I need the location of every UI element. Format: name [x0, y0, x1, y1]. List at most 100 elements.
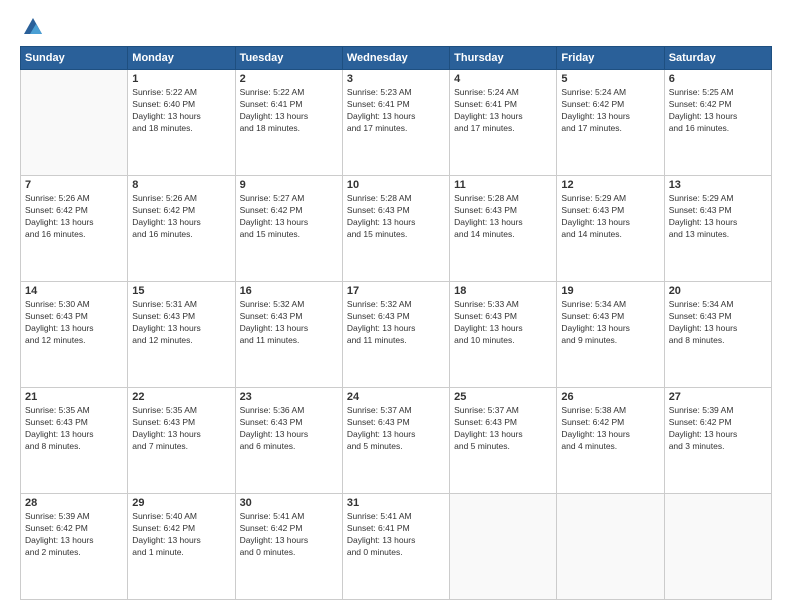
day-number: 11	[454, 179, 552, 191]
day-info: Sunrise: 5:36 AM Sunset: 6:43 PM Dayligh…	[240, 405, 338, 453]
day-number: 7	[25, 179, 123, 191]
calendar-cell: 25 Sunrise: 5:37 AM Sunset: 6:43 PM Dayli…	[450, 388, 557, 494]
calendar-cell: 18 Sunrise: 5:33 AM Sunset: 6:43 PM Dayli…	[450, 282, 557, 388]
day-number: 29	[132, 497, 230, 509]
calendar-cell: 24 Sunrise: 5:37 AM Sunset: 6:43 PM Dayli…	[342, 388, 449, 494]
calendar-cell	[557, 494, 664, 600]
day-number: 27	[669, 391, 767, 403]
day-number: 4	[454, 73, 552, 85]
day-number: 16	[240, 285, 338, 297]
day-number: 24	[347, 391, 445, 403]
logo-icon	[22, 16, 44, 38]
calendar-cell: 23 Sunrise: 5:36 AM Sunset: 6:43 PM Dayli…	[235, 388, 342, 494]
day-info: Sunrise: 5:37 AM Sunset: 6:43 PM Dayligh…	[454, 405, 552, 453]
calendar-cell: 1 Sunrise: 5:22 AM Sunset: 6:40 PM Daylig…	[128, 70, 235, 176]
calendar-cell: 8 Sunrise: 5:26 AM Sunset: 6:42 PM Daylig…	[128, 176, 235, 282]
calendar-cell: 4 Sunrise: 5:24 AM Sunset: 6:41 PM Daylig…	[450, 70, 557, 176]
calendar-cell	[21, 70, 128, 176]
col-header-saturday: Saturday	[664, 47, 771, 70]
day-number: 5	[561, 73, 659, 85]
day-number: 10	[347, 179, 445, 191]
calendar-week-4: 21 Sunrise: 5:35 AM Sunset: 6:43 PM Dayli…	[21, 388, 772, 494]
day-info: Sunrise: 5:38 AM Sunset: 6:42 PM Dayligh…	[561, 405, 659, 453]
day-info: Sunrise: 5:31 AM Sunset: 6:43 PM Dayligh…	[132, 299, 230, 347]
day-info: Sunrise: 5:26 AM Sunset: 6:42 PM Dayligh…	[132, 193, 230, 241]
day-info: Sunrise: 5:29 AM Sunset: 6:43 PM Dayligh…	[669, 193, 767, 241]
calendar-cell: 7 Sunrise: 5:26 AM Sunset: 6:42 PM Daylig…	[21, 176, 128, 282]
day-number: 21	[25, 391, 123, 403]
day-info: Sunrise: 5:26 AM Sunset: 6:42 PM Dayligh…	[25, 193, 123, 241]
calendar-cell: 17 Sunrise: 5:32 AM Sunset: 6:43 PM Dayli…	[342, 282, 449, 388]
day-info: Sunrise: 5:22 AM Sunset: 6:40 PM Dayligh…	[132, 87, 230, 135]
day-info: Sunrise: 5:23 AM Sunset: 6:41 PM Dayligh…	[347, 87, 445, 135]
calendar-cell: 28 Sunrise: 5:39 AM Sunset: 6:42 PM Dayli…	[21, 494, 128, 600]
calendar-cell: 31Sunrise: 5:41 AM Sunset: 6:41 PM Dayli…	[342, 494, 449, 600]
day-info: Sunrise: 5:29 AM Sunset: 6:43 PM Dayligh…	[561, 193, 659, 241]
day-number: 18	[454, 285, 552, 297]
calendar-cell: 26 Sunrise: 5:38 AM Sunset: 6:42 PM Dayli…	[557, 388, 664, 494]
col-header-tuesday: Tuesday	[235, 47, 342, 70]
day-number: 26	[561, 391, 659, 403]
day-number: 20	[669, 285, 767, 297]
calendar-cell: 29Sunrise: 5:40 AM Sunset: 6:42 PM Dayli…	[128, 494, 235, 600]
calendar-week-1: 1 Sunrise: 5:22 AM Sunset: 6:40 PM Daylig…	[21, 70, 772, 176]
day-number: 23	[240, 391, 338, 403]
calendar-cell: 15 Sunrise: 5:31 AM Sunset: 6:43 PM Dayli…	[128, 282, 235, 388]
calendar-cell: 11 Sunrise: 5:28 AM Sunset: 6:43 PM Dayli…	[450, 176, 557, 282]
day-number: 17	[347, 285, 445, 297]
calendar-week-3: 14 Sunrise: 5:30 AM Sunset: 6:43 PM Dayli…	[21, 282, 772, 388]
calendar-cell: 5 Sunrise: 5:24 AM Sunset: 6:42 PM Daylig…	[557, 70, 664, 176]
day-number: 15	[132, 285, 230, 297]
calendar-cell: 20 Sunrise: 5:34 AM Sunset: 6:43 PM Dayli…	[664, 282, 771, 388]
day-number: 30	[240, 497, 338, 509]
day-info: Sunrise: 5:28 AM Sunset: 6:43 PM Dayligh…	[454, 193, 552, 241]
calendar-cell: 13 Sunrise: 5:29 AM Sunset: 6:43 PM Dayli…	[664, 176, 771, 282]
day-number: 9	[240, 179, 338, 191]
day-info: Sunrise: 5:32 AM Sunset: 6:43 PM Dayligh…	[347, 299, 445, 347]
calendar-cell: 21 Sunrise: 5:35 AM Sunset: 6:43 PM Dayli…	[21, 388, 128, 494]
day-info: Sunrise: 5:28 AM Sunset: 6:43 PM Dayligh…	[347, 193, 445, 241]
day-info: Sunrise: 5:25 AM Sunset: 6:42 PM Dayligh…	[669, 87, 767, 135]
day-number: 14	[25, 285, 123, 297]
day-info: Sunrise: 5:35 AM Sunset: 6:43 PM Dayligh…	[25, 405, 123, 453]
day-info: Sunrise: 5:39 AM Sunset: 6:42 PM Dayligh…	[669, 405, 767, 453]
calendar-cell: 2 Sunrise: 5:22 AM Sunset: 6:41 PM Daylig…	[235, 70, 342, 176]
calendar-header-row: SundayMondayTuesdayWednesdayThursdayFrid…	[21, 47, 772, 70]
day-number: 25	[454, 391, 552, 403]
day-number: 13	[669, 179, 767, 191]
day-number: 22	[132, 391, 230, 403]
calendar-week-2: 7 Sunrise: 5:26 AM Sunset: 6:42 PM Daylig…	[21, 176, 772, 282]
day-number: 12	[561, 179, 659, 191]
day-info: Sunrise: 5:37 AM Sunset: 6:43 PM Dayligh…	[347, 405, 445, 453]
calendar-cell: 19Sunrise: 5:34 AM Sunset: 6:43 PM Dayli…	[557, 282, 664, 388]
day-number: 28	[25, 497, 123, 509]
day-info: Sunrise: 5:34 AM Sunset: 6:43 PM Dayligh…	[561, 299, 659, 347]
day-info: Sunrise: 5:41 AM Sunset: 6:42 PM Dayligh…	[240, 511, 338, 559]
calendar-cell	[664, 494, 771, 600]
col-header-sunday: Sunday	[21, 47, 128, 70]
day-info: Sunrise: 5:35 AM Sunset: 6:43 PM Dayligh…	[132, 405, 230, 453]
header	[20, 16, 772, 38]
day-number: 1	[132, 73, 230, 85]
day-info: Sunrise: 5:33 AM Sunset: 6:43 PM Dayligh…	[454, 299, 552, 347]
day-info: Sunrise: 5:24 AM Sunset: 6:41 PM Dayligh…	[454, 87, 552, 135]
col-header-friday: Friday	[557, 47, 664, 70]
day-info: Sunrise: 5:22 AM Sunset: 6:41 PM Dayligh…	[240, 87, 338, 135]
day-number: 6	[669, 73, 767, 85]
day-number: 8	[132, 179, 230, 191]
day-info: Sunrise: 5:30 AM Sunset: 6:43 PM Dayligh…	[25, 299, 123, 347]
calendar-cell: 6 Sunrise: 5:25 AM Sunset: 6:42 PM Daylig…	[664, 70, 771, 176]
day-info: Sunrise: 5:24 AM Sunset: 6:42 PM Dayligh…	[561, 87, 659, 135]
day-info: Sunrise: 5:34 AM Sunset: 6:43 PM Dayligh…	[669, 299, 767, 347]
col-header-thursday: Thursday	[450, 47, 557, 70]
calendar-cell: 3Sunrise: 5:23 AM Sunset: 6:41 PM Daylig…	[342, 70, 449, 176]
calendar-cell: 30 Sunrise: 5:41 AM Sunset: 6:42 PM Dayli…	[235, 494, 342, 600]
col-header-monday: Monday	[128, 47, 235, 70]
calendar-cell	[450, 494, 557, 600]
day-number: 2	[240, 73, 338, 85]
calendar-cell: 14 Sunrise: 5:30 AM Sunset: 6:43 PM Dayli…	[21, 282, 128, 388]
calendar-cell: 16Sunrise: 5:32 AM Sunset: 6:43 PM Dayli…	[235, 282, 342, 388]
logo	[20, 16, 44, 38]
day-info: Sunrise: 5:39 AM Sunset: 6:42 PM Dayligh…	[25, 511, 123, 559]
calendar-cell: 9Sunrise: 5:27 AM Sunset: 6:42 PM Daylig…	[235, 176, 342, 282]
